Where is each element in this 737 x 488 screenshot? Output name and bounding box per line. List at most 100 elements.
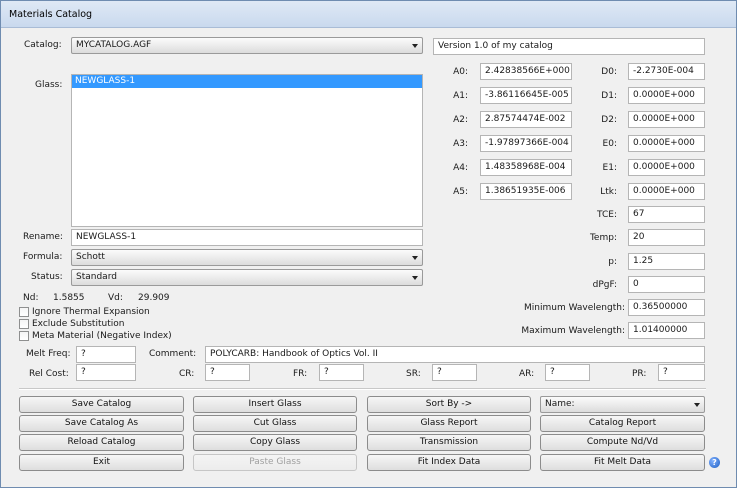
nd-label: Nd: (23, 293, 39, 303)
catalog-version-field[interactable]: Version 1.0 of my catalog (433, 38, 705, 55)
checkbox-box[interactable] (19, 307, 29, 317)
insert-glass-button[interactable]: Insert Glass (193, 396, 357, 413)
cr-label: CR: (179, 369, 195, 379)
rename-label: Rename: (23, 232, 63, 242)
help-icon[interactable]: ? (709, 457, 720, 468)
coeff-d0-label: D0: (601, 67, 617, 77)
paste-glass-button[interactable]: Paste Glass (193, 454, 357, 471)
compute-nd-vd-button[interactable]: Compute Nd/Vd (540, 434, 705, 451)
coeff-e1-label: E1: (602, 163, 617, 173)
coeff-d2-label: D2: (601, 115, 617, 125)
coeff-a2-field[interactable]: 2.87574474E-002 (480, 111, 572, 128)
chevron-down-icon (412, 276, 418, 280)
ar-label: AR: (519, 369, 535, 379)
coeff-d2-field[interactable]: 0.0000E+000 (628, 111, 705, 128)
nd-value: 1.5855 (53, 293, 85, 303)
fit-index-data-button[interactable]: Fit Index Data (367, 454, 531, 471)
catalog-report-button[interactable]: Catalog Report (540, 415, 705, 432)
cr-field[interactable]: ? (205, 364, 250, 381)
catalog-label: Catalog: (24, 40, 62, 50)
pr-label: PR: (632, 369, 647, 379)
p-field[interactable]: 1.25 (628, 253, 705, 270)
transmission-button[interactable]: Transmission (367, 434, 531, 451)
coeff-a1-label: A1: (453, 91, 468, 101)
coeff-a4-field[interactable]: 1.48358968E-004 (480, 159, 572, 176)
comment-field[interactable]: POLYCARB: Handbook of Optics Vol. II (205, 346, 705, 363)
save-catalog-button[interactable]: Save Catalog (19, 396, 184, 413)
dpgf-label: dPgF: (592, 280, 617, 290)
glass-label: Glass: (35, 80, 63, 90)
temp-label: Temp: (589, 233, 617, 243)
rel-cost-field[interactable]: ? (76, 364, 136, 381)
glass-report-button[interactable]: Glass Report (367, 415, 531, 432)
formula-dropdown-value: Schott (76, 252, 105, 262)
min-wavelength-label: Minimum Wavelength: (524, 303, 625, 313)
sort-by-dropdown-value: Name: (545, 399, 575, 409)
checkbox-box[interactable] (19, 331, 29, 341)
sr-field[interactable]: ? (432, 364, 477, 381)
vd-label: Vd: (108, 293, 123, 303)
max-wavelength-field[interactable]: 1.01400000 (628, 322, 705, 339)
coeff-a3-field[interactable]: -1.97897366E-004 (480, 135, 572, 152)
ar-field[interactable]: ? (545, 364, 590, 381)
save-catalog-as-button[interactable]: Save Catalog As (19, 415, 184, 432)
tce-label: TCE: (597, 210, 617, 220)
dpgf-field[interactable]: 0 (628, 276, 705, 293)
pr-field[interactable]: ? (658, 364, 705, 381)
max-wavelength-label: Maximum Wavelength: (521, 326, 625, 336)
reload-catalog-button[interactable]: Reload Catalog (19, 434, 184, 451)
ltk-field[interactable]: 0.0000E+000 (628, 183, 705, 200)
coeff-a4-label: A4: (453, 163, 468, 173)
formula-label: Formula: (23, 252, 63, 262)
coeff-a3-label: A3: (453, 139, 468, 149)
coeff-a2-label: A2: (453, 115, 468, 125)
coeff-a1-field[interactable]: -3.86116645E-005 (480, 87, 572, 104)
melt-freq-field[interactable]: ? (76, 346, 136, 363)
tce-field[interactable]: 67 (628, 206, 705, 223)
coeff-a5-label: A5: (453, 187, 468, 197)
rename-field[interactable]: NEWGLASS-1 (71, 229, 423, 246)
status-dropdown-value: Standard (76, 272, 117, 282)
coeff-a0-field[interactable]: 2.42838566E+000 (480, 63, 572, 80)
checkbox-label: Meta Material (Negative Index) (32, 331, 172, 341)
checkbox-box[interactable] (19, 319, 29, 329)
title-bar: Materials Catalog (1, 1, 736, 28)
window-title: Materials Catalog (9, 9, 93, 20)
coeff-d1-label: D1: (601, 91, 617, 101)
cut-glass-button[interactable]: Cut Glass (193, 415, 357, 432)
coeff-d0-field[interactable]: -2.2730E-004 (628, 63, 705, 80)
coeff-e0-field[interactable]: 0.0000E+000 (628, 135, 705, 152)
exclude-substitution-checkbox[interactable]: Exclude Substitution (19, 319, 124, 329)
copy-glass-button[interactable]: Copy Glass (193, 434, 357, 451)
min-wavelength-field[interactable]: 0.36500000 (628, 299, 705, 316)
formula-dropdown[interactable]: Schott (71, 249, 423, 266)
sort-by-dropdown[interactable]: Name: (540, 396, 705, 413)
ignore-thermal-expansion-checkbox[interactable]: Ignore Thermal Expansion (19, 307, 150, 317)
fit-melt-data-button[interactable]: Fit Melt Data (540, 454, 705, 471)
coeff-a5-field[interactable]: 1.38651935E-006 (480, 183, 572, 200)
sort-by-button[interactable]: Sort By -> (367, 396, 531, 413)
sr-label: SR: (406, 369, 421, 379)
glass-list-item[interactable]: NEWGLASS-1 (72, 75, 422, 88)
p-label: p: (608, 257, 617, 267)
dialog-body: Catalog: MYCATALOG.AGF Version 1.0 of my… (2, 29, 735, 487)
fr-field[interactable]: ? (319, 364, 364, 381)
chevron-down-icon (412, 256, 418, 260)
coeff-e0-label: E0: (602, 139, 617, 149)
comment-label: Comment: (149, 349, 197, 359)
coeff-d1-field[interactable]: 0.0000E+000 (628, 87, 705, 104)
catalog-dropdown[interactable]: MYCATALOG.AGF (71, 37, 423, 54)
vd-value: 29.909 (138, 293, 170, 303)
catalog-dropdown-value: MYCATALOG.AGF (76, 40, 152, 50)
glass-listbox[interactable]: NEWGLASS-1 (71, 74, 423, 227)
temp-field[interactable]: 20 (628, 229, 705, 246)
status-dropdown[interactable]: Standard (71, 269, 423, 286)
meta-material-checkbox[interactable]: Meta Material (Negative Index) (19, 331, 172, 341)
checkbox-label: Ignore Thermal Expansion (32, 307, 150, 317)
coeff-e1-field[interactable]: 0.0000E+000 (628, 159, 705, 176)
fr-label: FR: (293, 369, 308, 379)
exit-button[interactable]: Exit (19, 454, 184, 471)
materials-catalog-window: Materials Catalog Catalog: MYCATALOG.AGF… (0, 0, 737, 488)
melt-freq-label: Melt Freq: (26, 349, 71, 359)
status-label: Status: (31, 272, 63, 282)
